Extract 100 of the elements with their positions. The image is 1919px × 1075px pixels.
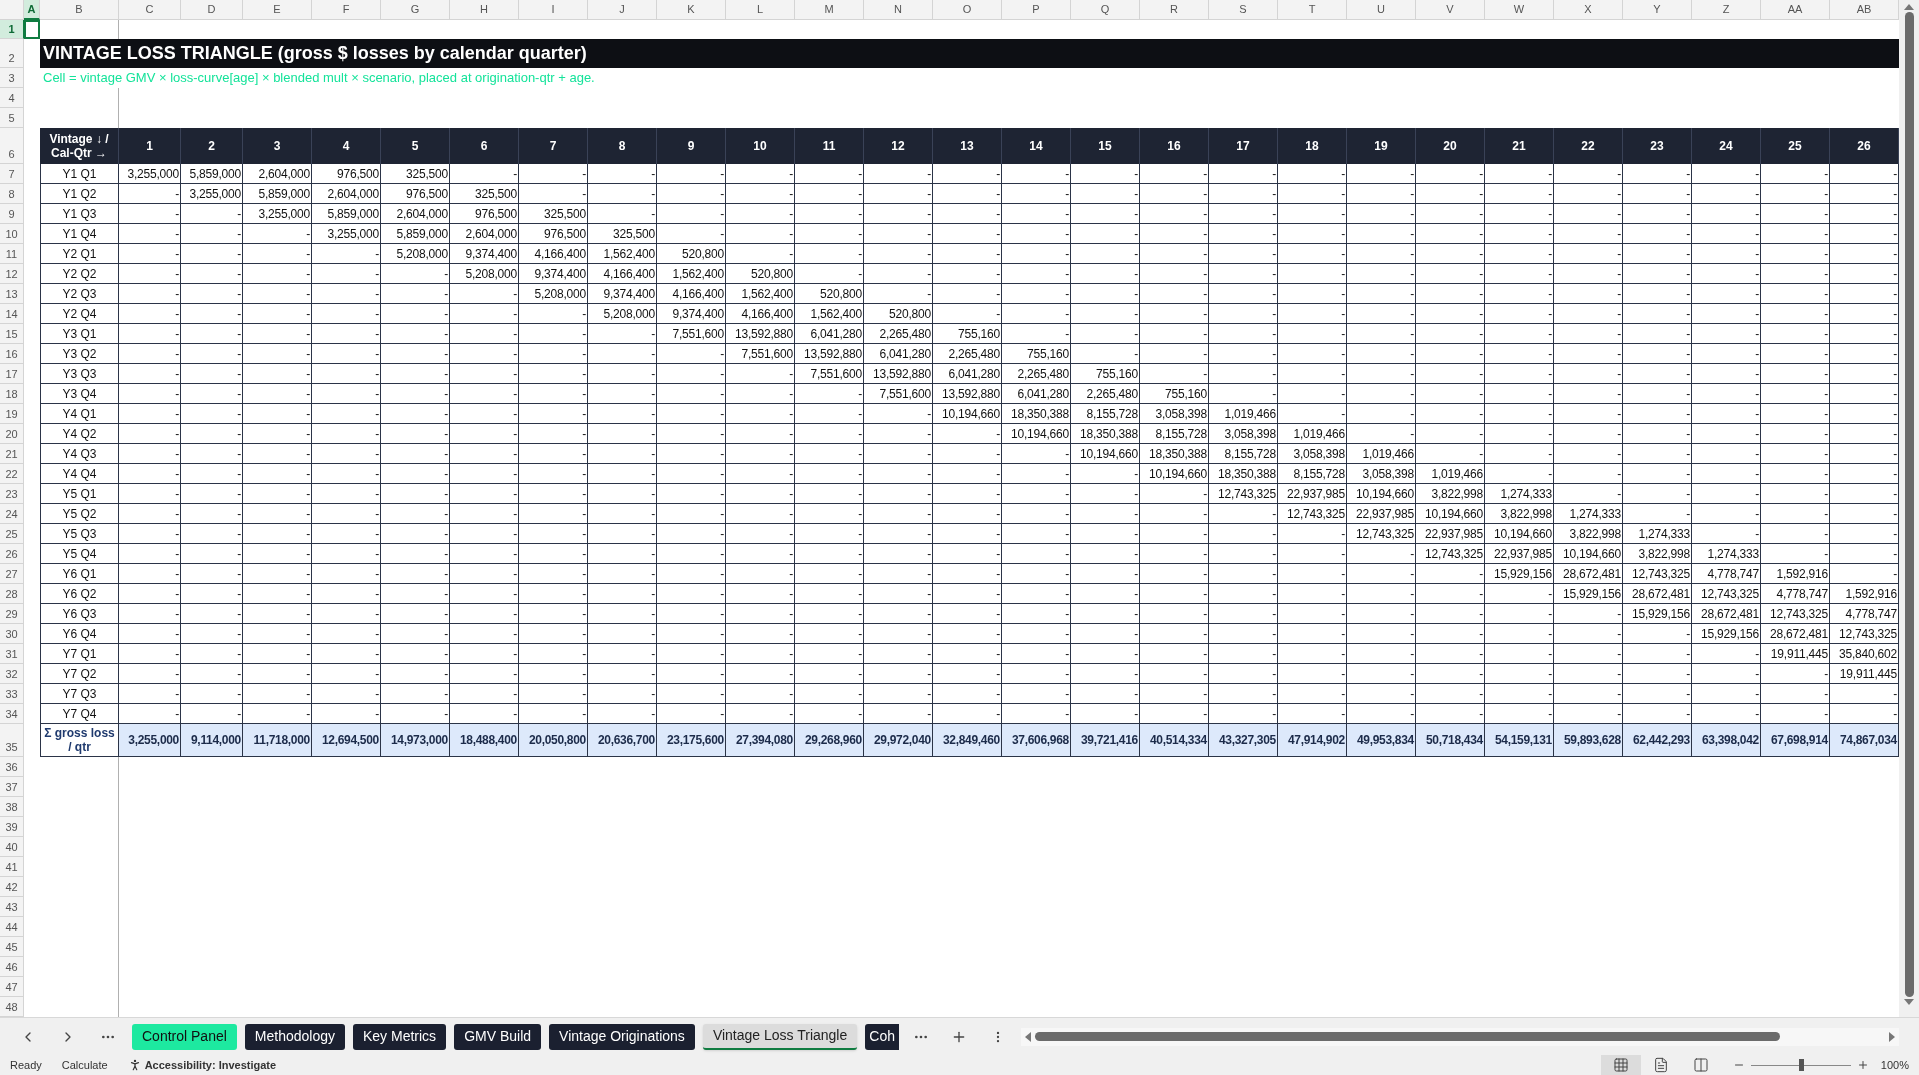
column-header[interactable]: D: [181, 0, 243, 20]
row-number[interactable]: 10: [0, 224, 24, 244]
row-number[interactable]: 2: [0, 39, 24, 68]
row-number[interactable]: 4: [0, 88, 24, 108]
sheet-tab[interactable]: Vintage Loss Triangle: [702, 1023, 858, 1050]
row-number[interactable]: 3: [0, 68, 24, 88]
row-number[interactable]: 48: [0, 997, 24, 1017]
row-number[interactable]: 12: [0, 264, 24, 284]
page-break-icon[interactable]: [1692, 1057, 1709, 1073]
column-header[interactable]: L: [726, 0, 795, 20]
calculate-status[interactable]: Calculate: [61, 1056, 108, 1074]
sheet-tab[interactable]: GMV Build: [454, 1023, 542, 1050]
row-number[interactable]: 19: [0, 404, 24, 424]
row-number[interactable]: 38: [0, 797, 24, 817]
row-number[interactable]: 31: [0, 644, 24, 664]
page-layout-icon[interactable]: [1652, 1057, 1669, 1073]
view-button[interactable]: [1600, 1055, 1641, 1075]
scroll-down-icon[interactable]: [1904, 999, 1914, 1005]
sheet-tab[interactable]: Coh: [865, 1023, 899, 1050]
column-header[interactable]: J: [588, 0, 657, 20]
column-header[interactable]: E: [243, 0, 312, 20]
row-number[interactable]: 5: [0, 108, 24, 128]
row-number[interactable]: 18: [0, 384, 24, 404]
column-header[interactable]: AB: [1830, 0, 1899, 20]
column-header[interactable]: X: [1554, 0, 1623, 20]
row-number[interactable]: 25: [0, 524, 24, 544]
column-header[interactable]: S: [1209, 0, 1278, 20]
column-header[interactable]: N: [864, 0, 933, 20]
row-number[interactable]: 11: [0, 244, 24, 264]
row-number[interactable]: 35: [0, 724, 24, 757]
column-header[interactable]: B: [40, 0, 119, 20]
row-number[interactable]: 32: [0, 664, 24, 684]
row-number[interactable]: 30: [0, 624, 24, 644]
vertical-scrollbar[interactable]: [1899, 0, 1919, 1017]
row-number[interactable]: 43: [0, 897, 24, 917]
column-header[interactable]: W: [1485, 0, 1554, 20]
row-number[interactable]: 39: [0, 817, 24, 837]
row-number[interactable]: 24: [0, 504, 24, 524]
scrollbar-thumb[interactable]: [1904, 12, 1914, 997]
column-header[interactable]: R: [1140, 0, 1209, 20]
sheet-tab[interactable]: Control Panel: [132, 1023, 237, 1050]
zoom-slider[interactable]: [1750, 1059, 1851, 1071]
column-header[interactable]: T: [1278, 0, 1347, 20]
row-number[interactable]: 13: [0, 284, 24, 304]
column-header[interactable]: Y: [1623, 0, 1692, 20]
zoom-thumb[interactable]: [1798, 1059, 1804, 1071]
row-number[interactable]: 26: [0, 544, 24, 564]
column-header[interactable]: Q: [1071, 0, 1140, 20]
row-number[interactable]: 6: [0, 128, 24, 164]
column-header[interactable]: I: [519, 0, 588, 20]
row-number[interactable]: 37: [0, 777, 24, 797]
column-header[interactable]: C: [119, 0, 181, 20]
row-number[interactable]: 14: [0, 304, 24, 324]
row-number[interactable]: 46: [0, 957, 24, 977]
selected-cell[interactable]: [24, 20, 40, 39]
row-number[interactable]: 27: [0, 564, 24, 584]
sheet-tab[interactable]: Key Metrics: [353, 1023, 447, 1050]
column-header[interactable]: G: [381, 0, 450, 20]
row-number[interactable]: 1: [0, 20, 24, 39]
horizontal-scrollbar[interactable]: [1020, 1027, 1899, 1046]
row-number[interactable]: 15: [0, 324, 24, 344]
row-number[interactable]: 9: [0, 204, 24, 224]
column-header[interactable]: A: [24, 0, 40, 20]
row-number[interactable]: 21: [0, 444, 24, 464]
column-header[interactable]: U: [1347, 0, 1416, 20]
row-number[interactable]: 8: [0, 184, 24, 204]
column-header[interactable]: H: [450, 0, 519, 20]
column-header[interactable]: F: [312, 0, 381, 20]
column-header[interactable]: M: [795, 0, 864, 20]
sheet-tab[interactable]: Vintage Originations: [549, 1023, 695, 1050]
row-number[interactable]: 45: [0, 937, 24, 957]
row-number[interactable]: 20: [0, 424, 24, 444]
row-number[interactable]: 47: [0, 977, 24, 997]
scroll-left-icon[interactable]: [1024, 1031, 1031, 1042]
row-number[interactable]: 34: [0, 704, 24, 724]
row-number[interactable]: 16: [0, 344, 24, 364]
zoom-in-icon[interactable]: [1856, 1059, 1869, 1071]
row-number[interactable]: 40: [0, 837, 24, 857]
row-number[interactable]: 36: [0, 757, 24, 777]
scrollbar-thumb[interactable]: [1034, 1032, 1780, 1041]
row-number[interactable]: 44: [0, 917, 24, 937]
accessibility-status[interactable]: Accessibility: Investigate: [144, 1056, 277, 1074]
column-header[interactable]: Z: [1692, 0, 1761, 20]
row-number[interactable]: 29: [0, 604, 24, 624]
row-number[interactable]: 17: [0, 364, 24, 384]
row-number[interactable]: 42: [0, 877, 24, 897]
column-header[interactable]: O: [933, 0, 1002, 20]
normal-view-icon[interactable]: [1612, 1057, 1629, 1073]
scroll-right-icon[interactable]: [1889, 1031, 1895, 1042]
row-number[interactable]: 28: [0, 584, 24, 604]
sheet-tab[interactable]: Methodology: [244, 1023, 345, 1050]
row-number[interactable]: 7: [0, 164, 24, 184]
column-header[interactable]: AA: [1761, 0, 1830, 20]
row-number[interactable]: 23: [0, 484, 24, 504]
column-header[interactable]: K: [657, 0, 726, 20]
column-header[interactable]: P: [1002, 0, 1071, 20]
row-number[interactable]: 33: [0, 684, 24, 704]
zoom-percent[interactable]: 100%: [1880, 1056, 1909, 1074]
column-header[interactable]: V: [1416, 0, 1485, 20]
row-number[interactable]: 41: [0, 857, 24, 877]
